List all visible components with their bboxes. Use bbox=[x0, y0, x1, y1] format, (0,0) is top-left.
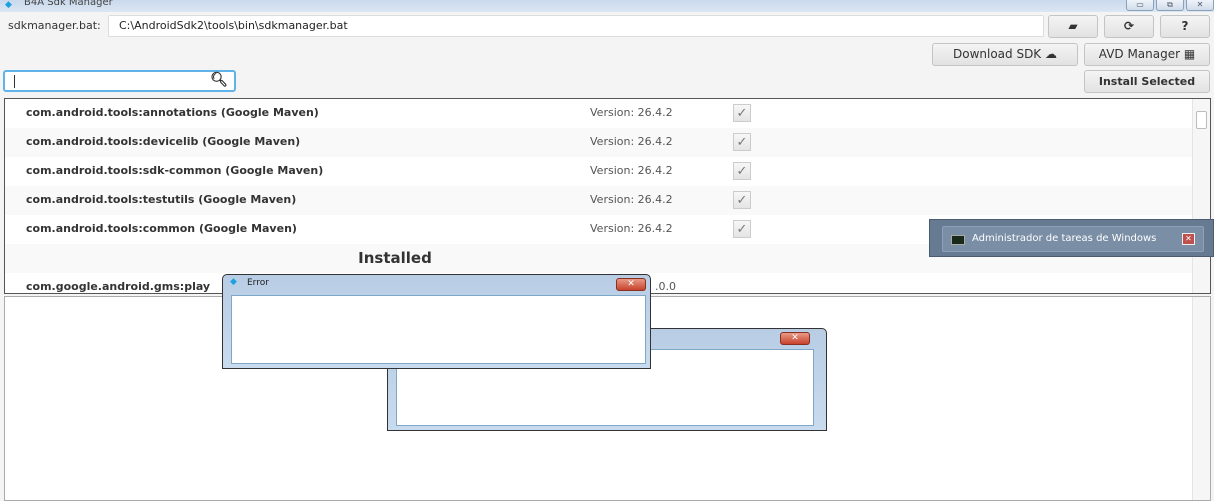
app-logo-icon: ◆ bbox=[5, 0, 12, 10]
folder-open-icon: ▰ bbox=[1068, 19, 1078, 33]
text-caret bbox=[14, 75, 15, 88]
sdkmanager-path-input[interactable]: C:\AndroidSdk2\tools\bin\sdkmanager.bat bbox=[108, 15, 1044, 37]
package-checkbox[interactable]: ✓ bbox=[733, 220, 751, 238]
installed-header: Installed bbox=[358, 249, 432, 267]
error-dialog-close-button[interactable]: ✕ bbox=[616, 278, 646, 291]
package-checkbox[interactable]: ✓ bbox=[733, 191, 751, 209]
refresh-button[interactable]: ⟳ bbox=[1104, 15, 1154, 38]
search-input[interactable]: 🔍︎ bbox=[3, 70, 236, 92]
cloud-download-icon: ☁ bbox=[1045, 47, 1058, 61]
task-manager-item[interactable]: Administrador de tareas de Windows ✕ bbox=[942, 226, 1204, 252]
restore-button[interactable]: ⧉ bbox=[1156, 0, 1184, 11]
package-version: Version: 26.4.2 bbox=[590, 135, 673, 148]
window-title: B4A Sdk Manager bbox=[24, 0, 113, 8]
package-checkbox[interactable]: ✓ bbox=[733, 104, 751, 122]
scrollbar-thumb[interactable] bbox=[1196, 111, 1207, 129]
calculator-icon: ▦ bbox=[1183, 47, 1196, 61]
package-checkbox[interactable]: ✓ bbox=[733, 133, 751, 151]
package-version: Version: 26.4.2 bbox=[590, 106, 673, 119]
task-manager-icon bbox=[951, 235, 965, 245]
task-close-button[interactable]: ✕ bbox=[1182, 233, 1195, 245]
download-sdk-button[interactable]: Download SDK ☁ bbox=[932, 43, 1078, 66]
package-list: com.android.tools:annotations (Google Ma… bbox=[4, 98, 1211, 294]
list-item[interactable]: com.android.tools:annotations (Google Ma… bbox=[5, 99, 1193, 128]
close-button[interactable]: ✕ bbox=[1186, 0, 1214, 11]
list-item[interactable]: com.android.tools:sdk-common (Google Mav… bbox=[5, 157, 1193, 186]
browse-folder-button[interactable]: ▰ bbox=[1048, 15, 1098, 38]
error-dialog-title: Error bbox=[247, 278, 269, 288]
package-name: com.android.tools:sdk-common (Google Mav… bbox=[26, 164, 324, 177]
package-version: Version: 26.4.2 bbox=[590, 164, 673, 177]
list-scrollbar[interactable] bbox=[1192, 99, 1210, 293]
package-name: com.android.tools:devicelib (Google Mave… bbox=[26, 135, 301, 148]
install-selected-button[interactable]: Install Selected bbox=[1084, 70, 1210, 93]
package-version: .0.0 bbox=[655, 280, 676, 293]
list-item[interactable]: com.android.tools:devicelib (Google Mave… bbox=[5, 128, 1193, 157]
error-dialog-window[interactable]: ◆ Error ✕ bbox=[222, 274, 651, 369]
package-version: Version: 26.4.2 bbox=[590, 222, 673, 235]
package-version: Version: 26.4.2 bbox=[590, 193, 673, 206]
sdkmanager-path-label: sdkmanager.bat: bbox=[8, 19, 101, 32]
download-sdk-label: Download SDK bbox=[952, 47, 1042, 61]
minimize-button[interactable]: ▭ bbox=[1126, 0, 1154, 11]
help-button[interactable]: ? bbox=[1160, 15, 1210, 38]
taskbar-preview-popup[interactable]: Administrador de tareas de Windows ✕ bbox=[929, 219, 1214, 257]
package-name: com.google.android.gms:play bbox=[26, 280, 211, 293]
search-icon[interactable]: 🔍︎ bbox=[210, 72, 228, 88]
log-scrollbar[interactable] bbox=[1192, 297, 1210, 500]
error-dialog-body bbox=[231, 295, 646, 364]
package-name: com.android.tools:common (Google Maven) bbox=[26, 222, 297, 235]
list-item[interactable]: com.android.tools:testutils (Google Mave… bbox=[5, 186, 1193, 215]
avd-manager-button[interactable]: AVD Manager ▦ bbox=[1084, 43, 1210, 66]
package-name: com.android.tools:annotations (Google Ma… bbox=[26, 106, 319, 119]
app-logo-icon: ◆ bbox=[230, 277, 237, 287]
task-manager-label: Administrador de tareas de Windows bbox=[972, 233, 1157, 244]
refresh-icon: ⟳ bbox=[1123, 19, 1135, 33]
title-bar: ◆ B4A Sdk Manager ▭ ⧉ ✕ bbox=[0, 0, 1214, 12]
dialog-close-button[interactable]: ✕ bbox=[780, 332, 810, 345]
avd-manager-label: AVD Manager bbox=[1098, 47, 1181, 61]
package-name: com.android.tools:testutils (Google Mave… bbox=[26, 193, 297, 206]
package-checkbox[interactable]: ✓ bbox=[733, 162, 751, 180]
